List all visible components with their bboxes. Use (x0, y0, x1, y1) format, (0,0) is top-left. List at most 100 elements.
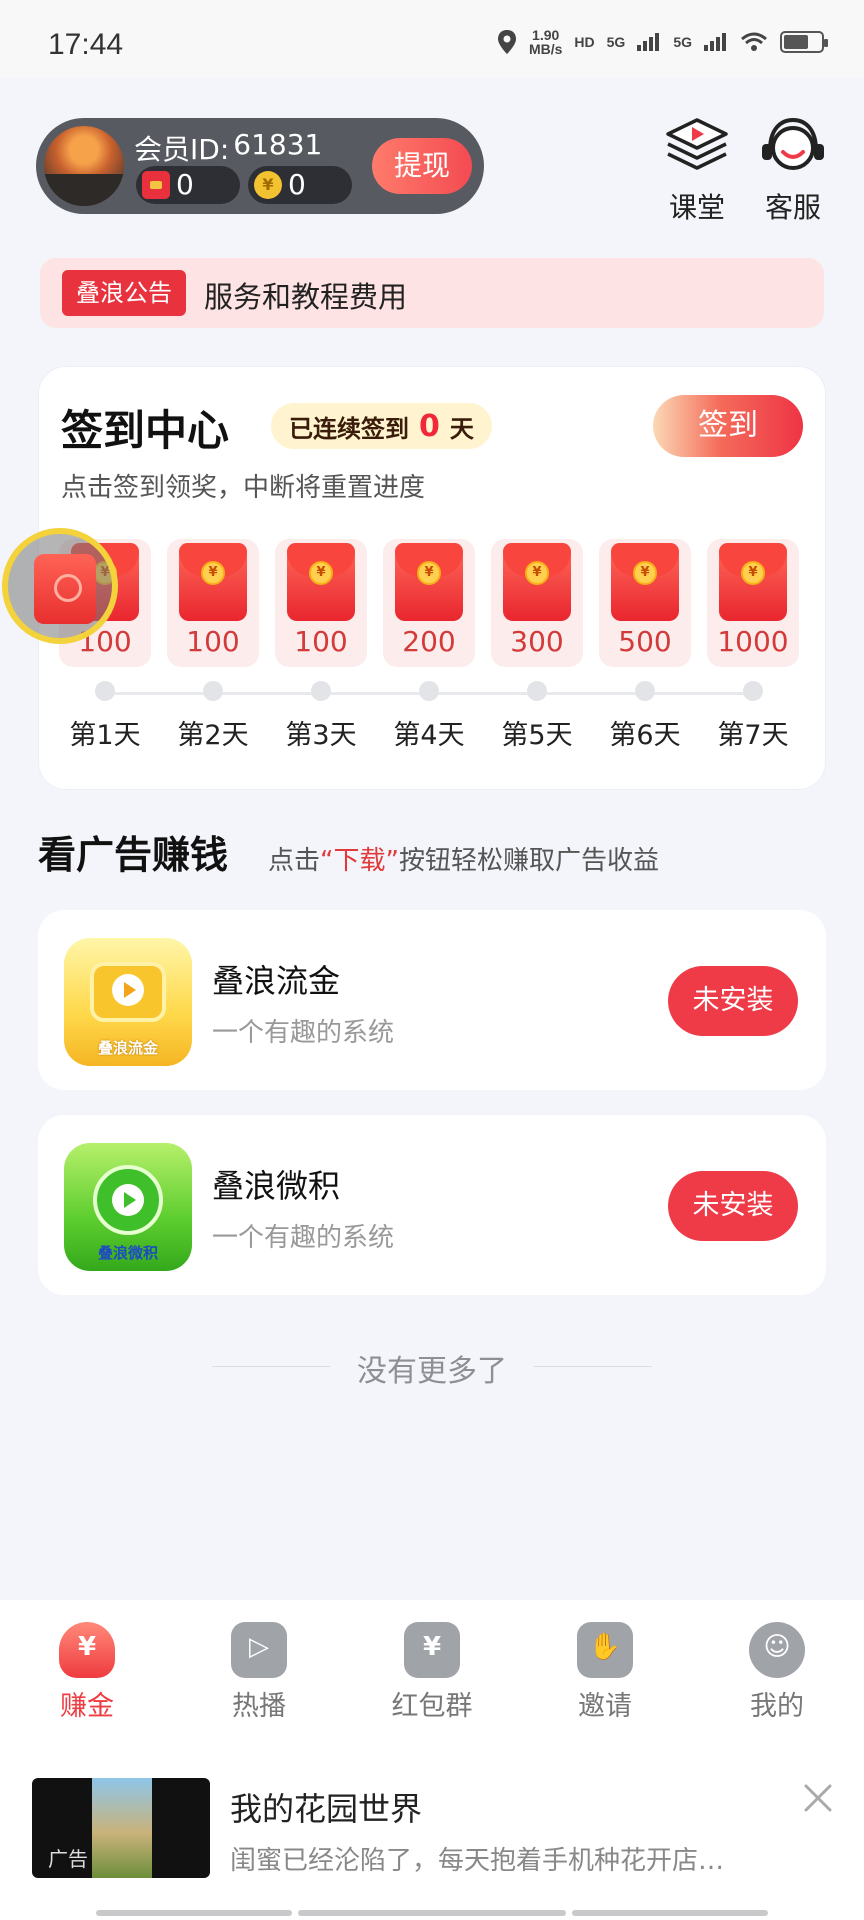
app-icon: 叠浪流金 (64, 938, 192, 1066)
floating-red-packet-button[interactable] (2, 528, 118, 644)
withdraw-button[interactable]: 提现 (372, 138, 472, 194)
notice-bar[interactable]: 叠浪公告 服务和教程费用 (40, 258, 824, 328)
close-icon[interactable] (800, 1780, 836, 1816)
battery-icon (780, 31, 828, 53)
tab-earn[interactable]: ¥ 赚金 (22, 1622, 152, 1723)
tab-mine[interactable]: ☺ 我的 (712, 1622, 842, 1723)
reward-card: ¥ 200 (383, 539, 475, 667)
avatar[interactable] (44, 126, 124, 206)
tab-trending[interactable]: ▷ 热播 (194, 1622, 324, 1723)
home-indicator (298, 1910, 566, 1916)
app-card[interactable]: 叠浪流金 叠浪流金 一个有趣的系统 未安装 (38, 910, 826, 1090)
hd-icon: HD (574, 34, 595, 50)
video-play-icon: ▷ (231, 1622, 287, 1678)
home-indicator (572, 1910, 768, 1916)
sign-in-card: 签到中心 已连续签到 0 天 签到 点击签到领奖，中断将重置进度 ¥ 100 第… (38, 366, 826, 790)
red-packet-group-icon: ¥ (404, 1622, 460, 1678)
red-packet-icon (142, 171, 170, 199)
member-card: 会员ID: 61831 0 ¥ 0 提现 (36, 118, 484, 214)
reward-amount: 500 (618, 625, 672, 658)
network-speed: 1.90 MB/s (528, 27, 563, 57)
day-item[interactable]: ¥ 1000 第7天 (707, 539, 799, 752)
reward-amount: 100 (294, 625, 348, 658)
signal-5g-icon-2: 5G (673, 34, 692, 50)
progress-dot (635, 681, 655, 701)
game-scene-image (92, 1778, 152, 1878)
day-label: 第6天 (609, 720, 681, 751)
reward-amount: 1000 (717, 625, 789, 658)
reward-card: ¥ 500 (599, 539, 691, 667)
install-button[interactable]: 未安装 (668, 966, 798, 1036)
reward-card: ¥ 100 (275, 539, 367, 667)
classroom-label: 课堂 (668, 191, 725, 224)
customer-service-label: 客服 (764, 191, 821, 224)
ad-title: 我的花园世界 (230, 1790, 423, 1828)
progress-dot (419, 681, 439, 701)
classroom-button[interactable]: 课堂 (652, 116, 742, 226)
coin-balance: ¥ 0 (248, 166, 352, 204)
ad-thumbnail[interactable]: 广告 (32, 1778, 210, 1878)
notice-text: 服务和教程费用 (204, 280, 408, 314)
reward-amount: 200 (402, 625, 456, 658)
app-description: 一个有趣的系统 (212, 1223, 395, 1253)
red-packet-icon (34, 554, 96, 624)
app-description: 一个有趣的系统 (212, 1018, 395, 1048)
install-button[interactable]: 未安装 (668, 1171, 798, 1241)
status-icons: 1.90 MB/s HD 5G 5G (497, 27, 828, 57)
sign-in-title: 签到中心 (61, 406, 230, 455)
streak-badge: 已连续签到 0 天 (271, 403, 492, 449)
reward-amount: 300 (510, 625, 564, 658)
day-item[interactable]: ¥ 500 第6天 (599, 539, 691, 752)
ad-label: 广告 (48, 1847, 88, 1871)
app-icon: 叠浪微积 (64, 1143, 192, 1271)
status-bar: 17:44 1.90 MB/s HD 5G 5G (0, 0, 864, 78)
tab-red-packet-group[interactable]: ¥ 红包群 (367, 1622, 497, 1723)
smiley-icon: ☺ (749, 1622, 805, 1678)
day-item[interactable]: ¥ 300 第5天 (491, 539, 583, 752)
sign-in-subtitle: 点击签到领奖，中断将重置进度 (61, 473, 426, 503)
reward-card: ¥ 100 (167, 539, 259, 667)
progress-dot (527, 681, 547, 701)
member-id: 会员ID: 61831 (134, 128, 323, 166)
red-envelope-icon: ¥ (395, 543, 463, 621)
day-label: 第1天 (69, 720, 141, 751)
red-packet-balance: 0 (136, 166, 240, 204)
customer-service-button[interactable]: 客服 (748, 116, 838, 226)
day-item[interactable]: ¥ 100 第3天 (275, 539, 367, 752)
classroom-icon (666, 118, 728, 170)
reward-card: ¥ 1000 (707, 539, 799, 667)
tab-invite[interactable]: ✋ 邀请 (540, 1622, 670, 1723)
handshake-icon: ✋ (577, 1622, 633, 1678)
sign-in-button[interactable]: 签到 (653, 395, 803, 457)
location-icon (497, 30, 516, 54)
ad-description: 闺蜜已经沦陷了，每天抱着手机种花开店… (230, 1846, 725, 1876)
app-card[interactable]: 叠浪微积 叠浪微积 一个有趣的系统 未安装 (38, 1115, 826, 1295)
coin-icon: ¥ (254, 171, 282, 199)
progress-dot (203, 681, 223, 701)
wifi-icon (741, 32, 767, 51)
day-item[interactable]: ¥ 100 第2天 (167, 539, 259, 752)
status-time: 17:44 (48, 28, 124, 61)
bottom-nav: ¥ 赚金 ▷ 热播 ¥ 红包群 ✋ 邀请 ☺ 我的 (0, 1600, 864, 1750)
list-end-indicator: 没有更多了 (212, 1342, 652, 1392)
red-envelope-icon: ¥ (179, 543, 247, 621)
red-envelope-icon: ¥ (611, 543, 679, 621)
home-indicator (96, 1910, 292, 1916)
streak-days: 0 (419, 408, 440, 444)
day-item[interactable]: ¥ 200 第4天 (383, 539, 475, 752)
signal-bars-icon-2 (704, 33, 726, 51)
day-label: 第5天 (501, 720, 573, 751)
reward-card: ¥ 300 (491, 539, 583, 667)
red-envelope-icon: ¥ (287, 543, 355, 621)
signal-bars-icon (637, 33, 660, 51)
day-label: 第2天 (177, 720, 249, 751)
progress-dot (95, 681, 115, 701)
day-label: 第7天 (717, 720, 789, 751)
progress-dot (311, 681, 331, 701)
day-label: 第4天 (393, 720, 465, 751)
sign-in-days: ¥ 100 第1天 ¥ 100 第2天 ¥ 100 第3天 ¥ 2 (59, 539, 799, 769)
ad-banner[interactable]: 广告 我的花园世界 闺蜜已经沦陷了，每天抱着手机种花开店… (0, 1750, 864, 1920)
red-envelope-icon: ¥ (503, 543, 571, 621)
play-icon (112, 1184, 144, 1216)
progress-dot (743, 681, 763, 701)
